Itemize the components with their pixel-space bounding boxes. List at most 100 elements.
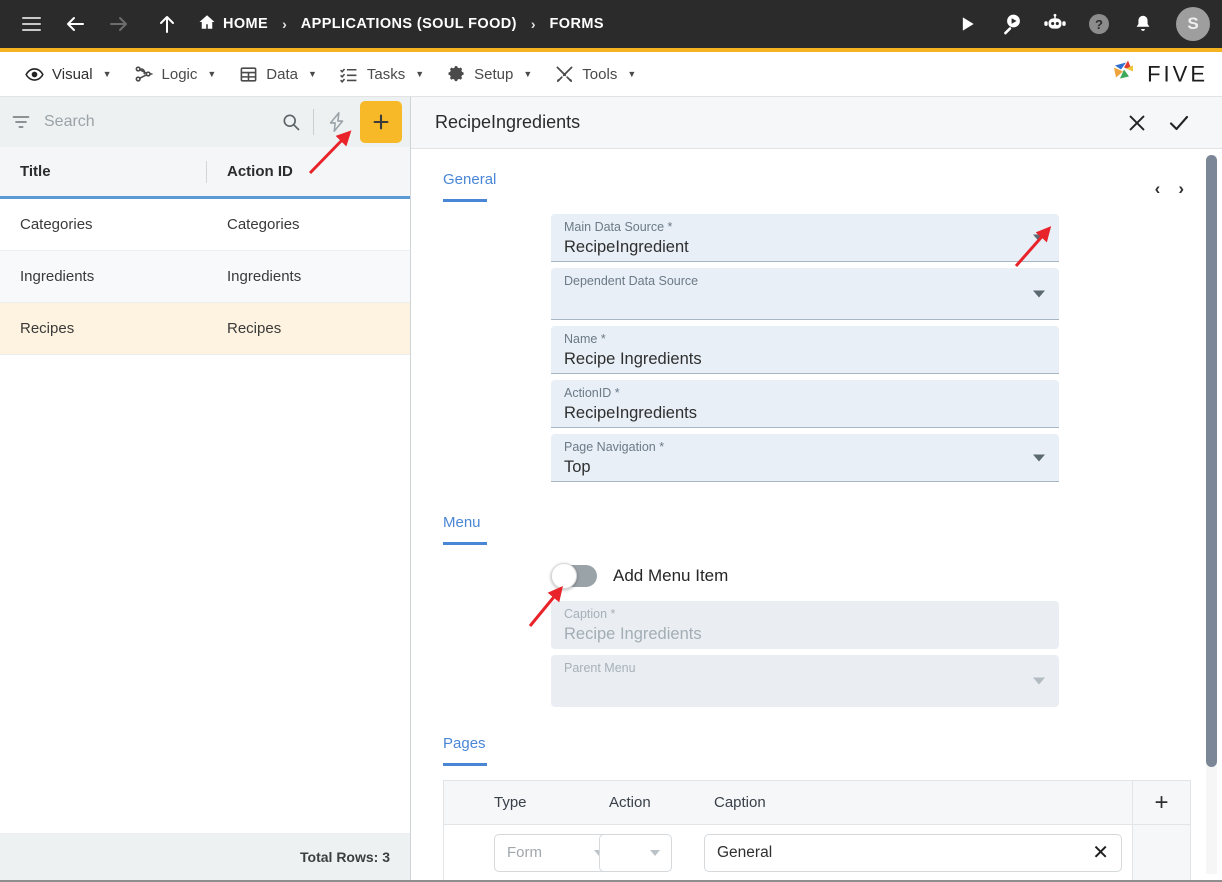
page-caption-value: General: [717, 843, 773, 861]
field-value: RecipeIngredient: [564, 238, 689, 256]
list-header: Title Action ID: [0, 147, 410, 199]
cell-row-actions: [1132, 824, 1190, 881]
menu-label-tools: Tools: [582, 65, 618, 83]
field-caption: Caption * Recipe Ingredients: [551, 601, 1059, 649]
up-arrow-icon[interactable]: [150, 7, 184, 41]
general-fields: Main Data Source * RecipeIngredient Depe…: [411, 214, 1222, 482]
page-caption-input[interactable]: General ✕: [704, 833, 1122, 872]
brand-logo: FIVE: [1111, 58, 1208, 91]
search-input[interactable]: [38, 113, 275, 131]
vertical-scrollbar[interactable]: [1206, 155, 1217, 875]
notifications-icon[interactable]: [1126, 7, 1160, 41]
main-body: Title Action ID Categories Categories In…: [0, 96, 1222, 881]
lightning-bolt-icon[interactable]: [320, 105, 354, 139]
app-root: HOME › APPLICATIONS (SOUL FOOD) › FORMS: [0, 0, 1222, 882]
application-menu-bar: Visual ▼ Logic ▼ Data ▼ Tasks ▼ Setup ▼ …: [0, 48, 1222, 96]
table-row-selected[interactable]: Recipes Recipes: [0, 303, 410, 355]
chevron-down-icon: ▼: [102, 69, 112, 79]
section-underline: [443, 199, 487, 202]
field-dependent-data-source[interactable]: Dependent Data Source: [551, 268, 1059, 320]
scrollbar-thumb[interactable]: [1206, 155, 1217, 767]
field-label: Dependent Data Source: [564, 274, 699, 288]
section-label-pages[interactable]: Pages: [443, 735, 1222, 752]
close-icon[interactable]: [1116, 102, 1158, 144]
table-row: Form General ✕: [444, 824, 1190, 881]
top-navigation-bar: HOME › APPLICATIONS (SOUL FOOD) › FORMS: [0, 0, 1222, 48]
five-pinwheel-icon: [1111, 58, 1141, 91]
section-pages: Pages: [411, 713, 1222, 766]
field-action-id[interactable]: ActionID * RecipeIngredients: [551, 380, 1059, 428]
field-page-navigation[interactable]: Page Navigation * Top: [551, 434, 1059, 482]
filter-icon[interactable]: [4, 112, 38, 132]
next-record-button[interactable]: ›: [1178, 179, 1184, 199]
back-arrow-icon[interactable]: [58, 7, 92, 41]
list-search-toolbar: [0, 97, 410, 147]
column-divider: [206, 160, 207, 183]
add-menu-item-toggle[interactable]: [551, 563, 597, 589]
forward-arrow-icon[interactable]: [102, 7, 136, 41]
row-title: Categories: [20, 216, 93, 233]
table-row[interactable]: Ingredients Ingredients: [0, 251, 410, 303]
previous-record-button[interactable]: ‹: [1155, 179, 1161, 199]
eye-icon: [24, 64, 44, 84]
add-form-button[interactable]: [360, 101, 402, 143]
toggle-knob: [551, 563, 577, 589]
row-action-id: Ingredients: [227, 268, 302, 285]
row-title: Recipes: [20, 320, 75, 337]
search-chat-icon[interactable]: [994, 7, 1028, 41]
magnifier-icon[interactable]: [275, 112, 307, 132]
chevron-down-icon: ▼: [627, 69, 637, 79]
menu-item-setup[interactable]: Setup ▼: [438, 52, 546, 96]
menu-label-visual: Visual: [52, 65, 93, 83]
avatar[interactable]: S: [1176, 7, 1210, 41]
chevron-down-icon: ▼: [207, 69, 217, 79]
breadcrumb-item-applications[interactable]: APPLICATIONS (SOUL FOOD): [301, 16, 517, 32]
section-general: General: [411, 149, 1222, 202]
menu-item-data[interactable]: Data ▼: [230, 52, 331, 96]
column-header-action-id[interactable]: Action ID: [227, 163, 410, 180]
field-value: Top: [564, 458, 591, 476]
form-header: RecipeIngredients: [411, 97, 1222, 149]
field-name[interactable]: Name * Recipe Ingredients: [551, 326, 1059, 374]
help-icon[interactable]: ?: [1082, 7, 1116, 41]
field-value: Recipe Ingredients: [564, 625, 702, 643]
menu-icon[interactable]: [14, 7, 48, 41]
check-icon[interactable]: [1158, 102, 1200, 144]
section-label-general[interactable]: General: [443, 171, 1222, 188]
menu-item-tasks[interactable]: Tasks ▼: [331, 52, 438, 96]
run-icon[interactable]: [950, 7, 984, 41]
clear-icon[interactable]: ✕: [1082, 840, 1109, 865]
form-scroll-area: General ‹ › Main Data Source * RecipeIng…: [411, 149, 1222, 881]
section-menu: Menu: [411, 488, 1222, 545]
menu-label-setup: Setup: [474, 65, 514, 83]
menu-item-tools[interactable]: Tools ▼: [546, 52, 650, 96]
field-value: RecipeIngredients: [564, 404, 697, 422]
section-label-menu[interactable]: Menu: [443, 514, 1222, 531]
field-main-data-source[interactable]: Main Data Source * RecipeIngredient: [551, 214, 1059, 262]
page-action-select[interactable]: [599, 833, 672, 872]
logic-nodes-icon: [134, 64, 154, 84]
pages-table: Type Action Caption + Form General ✕: [443, 780, 1191, 881]
column-header-action: Action: [609, 794, 651, 811]
chevron-down-icon[interactable]: [1033, 454, 1045, 461]
menu-item-visual[interactable]: Visual ▼: [16, 52, 126, 96]
tools-icon: [554, 64, 574, 84]
table-row[interactable]: Categories Categories: [0, 199, 410, 251]
chevron-down-icon: [650, 849, 660, 856]
page-type-select[interactable]: Form: [494, 833, 616, 872]
chevron-down-icon[interactable]: [1033, 290, 1045, 297]
menu-item-logic[interactable]: Logic ▼: [126, 52, 231, 96]
chevron-down-icon[interactable]: [1033, 234, 1045, 241]
checklist-icon: [339, 64, 359, 84]
field-parent-menu: Parent Menu: [551, 655, 1059, 707]
table-grid-icon: [238, 64, 258, 84]
field-label: Caption *: [564, 607, 616, 621]
bot-icon[interactable]: [1038, 7, 1072, 41]
add-page-button[interactable]: +: [1132, 780, 1190, 825]
section-underline: [443, 763, 487, 766]
column-header-title[interactable]: Title: [20, 163, 206, 180]
forms-list-panel: Title Action ID Categories Categories In…: [0, 97, 411, 881]
menu-label-data: Data: [266, 65, 298, 83]
breadcrumb-item-forms[interactable]: FORMS: [550, 16, 604, 32]
breadcrumb-item-home[interactable]: HOME: [198, 13, 268, 35]
